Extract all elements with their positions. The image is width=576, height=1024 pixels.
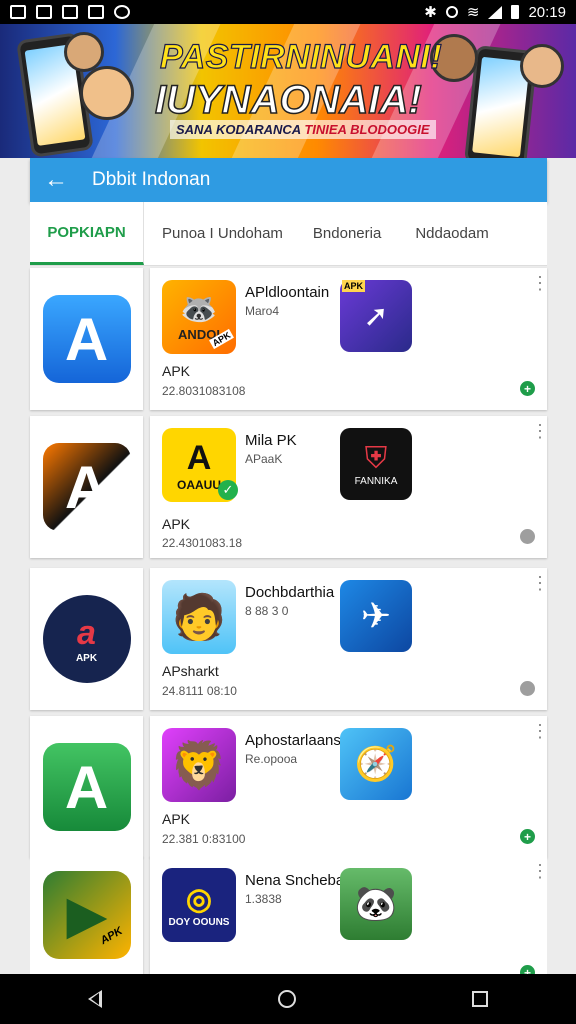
bluetooth-icon: ✱ (424, 4, 437, 21)
banner-title-line2: IUYNAONAIA! (154, 77, 422, 123)
app-version: 1.3838 (245, 892, 282, 906)
more-options-icon[interactable]: ⋮ (531, 722, 549, 740)
app-thumbnail-card[interactable]: A (30, 416, 143, 558)
app-notification-icon (36, 5, 52, 19)
app-bar: ← Dbbit Indonan (30, 158, 547, 202)
nav-back-icon[interactable] (88, 990, 102, 1008)
add-icon[interactable]: + (520, 829, 535, 844)
back-arrow-icon[interactable]: ← (44, 166, 74, 194)
app-list-item[interactable]: ◎ DOY OOUNS Nena Snchebalinn 1.3838 🐼 ⋮ + (150, 856, 547, 974)
more-options-icon[interactable]: ⋮ (531, 274, 549, 292)
app-row[interactable]: a APK 🧑 Dochbdarthia 8 88 3 0 ✈ APsharkt … (30, 568, 549, 710)
compass-app-icon: ✈ (340, 580, 412, 652)
more-options-icon[interactable]: ⋮ (531, 422, 549, 440)
app-date: 22.381 0:83100 (162, 832, 246, 846)
nav-home-icon[interactable] (278, 990, 296, 1008)
raccoon-app-icon: 🦝 ANDOI (162, 280, 236, 354)
system-nav-bar (0, 974, 576, 1024)
category-tabs: POPKIAPN Punoa I Undoham Bndoneria Nddao… (30, 202, 547, 266)
app-list-item[interactable]: 🧑 Dochbdarthia 8 88 3 0 ✈ APsharkt 24.81… (150, 568, 549, 710)
sync-icon (445, 6, 458, 18)
status-bar: ✱ ≋ 20:19 (0, 0, 576, 24)
more-options-icon[interactable]: ⋮ (531, 574, 549, 592)
apk-corner-label: APK (342, 280, 366, 292)
app-list-item[interactable]: A OAAUU ✓ Mila PK APaaK ⛨ FANNIKA APK 22.4… (150, 416, 549, 558)
app-row[interactable]: A A OAAUU ✓ Mila PK APaaK ⛨ FANNIKA APK 22… (30, 416, 549, 558)
signal-icon (488, 5, 503, 19)
shield-app-icon: ⛨ FANNIKA (340, 428, 412, 500)
app-row[interactable]: A 🦁 Aphostarlaansan Re.opooa 🧭 APK 22.38… (30, 716, 549, 858)
play-arrow-icon: ▶ (42, 871, 131, 959)
app-type: APsharkt (162, 663, 219, 679)
app-list-item[interactable]: 🦁 Aphostarlaansan Re.opooa 🧭 APK 22.381 … (150, 716, 549, 858)
green-a-icon: A (42, 743, 131, 831)
banner-title-line1: PASTIRNINUANI! (159, 37, 443, 76)
app-row[interactable]: A 🦝 ANDOI APK APldloontain Maro4 ➚ APK AP… (30, 268, 549, 410)
person-illustration (80, 66, 134, 120)
battery-icon (511, 5, 520, 19)
person-illustration (64, 32, 104, 72)
orange-a-icon: A (42, 443, 131, 531)
app-type: APK (162, 363, 191, 379)
more-options-icon[interactable]: ⋮ (531, 862, 547, 880)
idle-status-dot (520, 529, 535, 544)
app-version: 8 88 3 0 (245, 604, 289, 618)
app-thumbnail-card[interactable]: ▶ APK (30, 856, 143, 974)
app-type: APK (162, 811, 191, 827)
target-app-icon: ◎ DOY OOUNS (162, 868, 236, 942)
app-thumbnail-card[interactable]: a APK (30, 568, 143, 710)
app-row[interactable]: ▶ APK ◎ DOY OOUNS Nena Snchebalinn 1.3838… (30, 856, 547, 974)
app-name: APldloontain (245, 284, 330, 301)
idle-status-dot (520, 681, 535, 696)
app-date: 22.8031083108 (162, 384, 246, 398)
lion-app-icon: 🦁 (162, 728, 236, 802)
add-icon[interactable]: + (520, 965, 535, 974)
status-time: 20:19 (528, 3, 566, 21)
nav-recents-icon[interactable] (472, 991, 488, 1007)
download-notification-icon (88, 5, 104, 19)
tab-category-1[interactable]: Punoa I Undoham (162, 225, 283, 242)
wifi-icon: ≋ (466, 4, 480, 21)
app-thumbnail-card[interactable]: A (30, 268, 143, 410)
app-name: Mila PK (245, 432, 297, 449)
game-app-icon: 🐼 (340, 868, 412, 940)
person-illustration (520, 44, 564, 88)
app-date: 24.8111 08:10 (162, 684, 237, 698)
app-date: 22.4301083.18 (162, 536, 243, 550)
app-name: Dochbdarthia (245, 584, 335, 601)
tab-category-3[interactable]: Nddaodam (415, 225, 488, 242)
person-app-icon: 🧑 (162, 580, 236, 654)
app-list-item[interactable]: 🦝 ANDOI APK APldloontain Maro4 ➚ APK APK … (150, 268, 549, 410)
app-type: APK (162, 516, 191, 532)
app-bar-title: Dbbit Indonan (92, 169, 211, 190)
tab-popular[interactable]: POPKIAPN (30, 202, 144, 265)
app-version: Maro4 (245, 304, 280, 318)
verified-badge-icon: ✓ (218, 480, 238, 500)
chrome-notification-icon (114, 5, 130, 19)
apk-circle-icon: a APK (42, 595, 131, 683)
app-store-icon: A (42, 295, 131, 383)
app-thumbnail-card[interactable]: A (30, 716, 143, 858)
image-notification-icon (10, 5, 26, 19)
app-version: APaaK (245, 452, 283, 466)
compass-app-icon: 🧭 (340, 728, 412, 800)
app-version: Re.opooa (245, 752, 298, 766)
banner-subtitle: SANA KODARANCA TINIEA BLODOOGIE (170, 120, 436, 139)
android-notification-icon (62, 5, 78, 19)
tab-category-2[interactable]: Bndoneria (313, 225, 381, 242)
promo-banner[interactable]: PASTIRNINUANI! IUYNAONAIA! SANA KODARANC… (0, 24, 576, 158)
add-icon[interactable]: + (520, 381, 535, 396)
